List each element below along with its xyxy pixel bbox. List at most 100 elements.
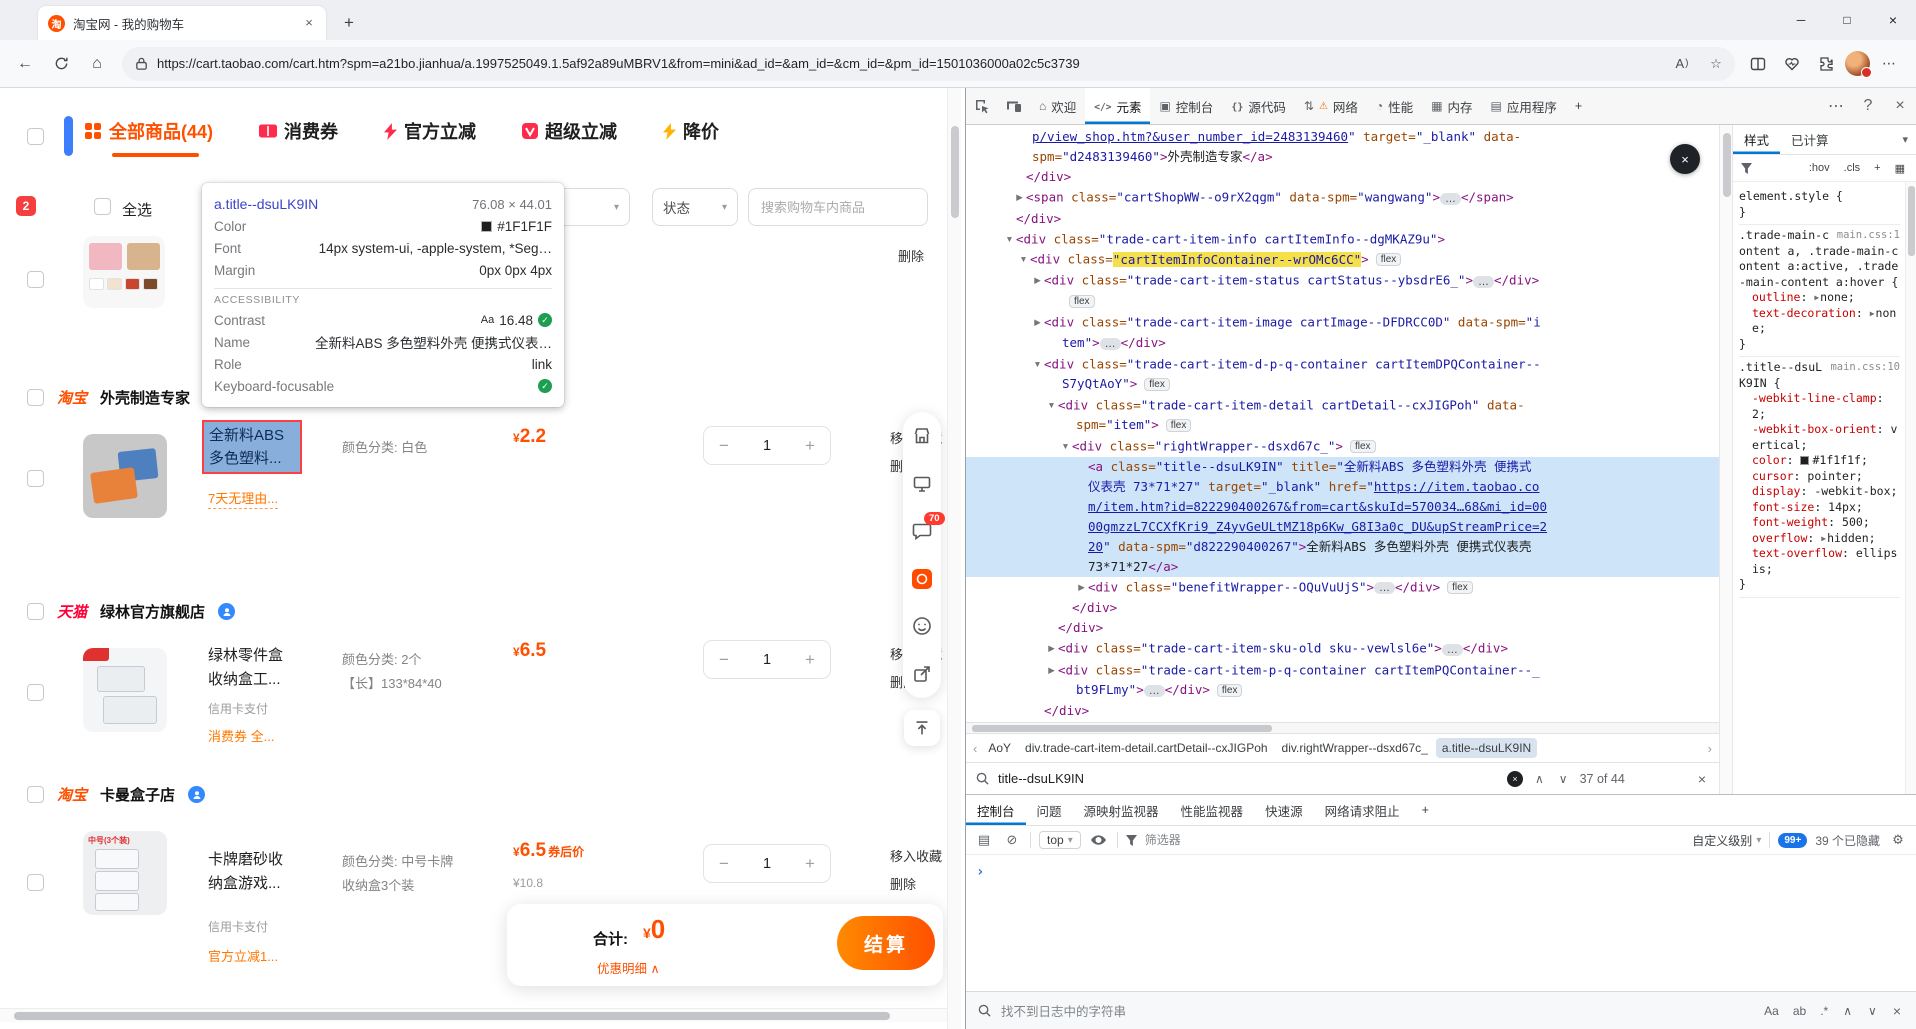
css-declaration[interactable]: text-overflow: ellipsis; bbox=[1739, 546, 1900, 577]
devtools-tab-elements[interactable]: 元素 bbox=[1085, 88, 1151, 124]
inspect-element-icon[interactable] bbox=[966, 88, 998, 124]
flex-badge[interactable]: flex bbox=[1069, 295, 1095, 308]
drawer-tab-performance-monitor[interactable]: 性能监视器 bbox=[1170, 795, 1255, 825]
extensions-icon[interactable] bbox=[1811, 49, 1841, 79]
dom-tree-line[interactable]: 73*71*27</a> bbox=[966, 556, 1719, 577]
device-toolbar-icon[interactable] bbox=[998, 88, 1030, 124]
css-declaration[interactable]: overflow: ▶hidden; bbox=[1739, 531, 1900, 547]
css-declaration[interactable]: color: #1f1f1f; bbox=[1739, 453, 1900, 469]
dom-tree-line[interactable]: ▼ <div class="trade-cart-item-detail cart… bbox=[966, 395, 1719, 416]
tree-vertical-scrollbar[interactable] bbox=[1719, 125, 1733, 794]
inline-expand-button[interactable]: … bbox=[1374, 582, 1395, 594]
read-aloud-icon[interactable]: A bbox=[1669, 51, 1695, 77]
product-image[interactable] bbox=[83, 648, 167, 732]
shop-name[interactable]: 外壳制造专家 bbox=[100, 387, 190, 408]
dom-tree-line[interactable]: ▶ <div class="trade-cart-item-p-q-contain… bbox=[966, 660, 1719, 681]
css-declaration[interactable]: -webkit-box-orient: vertical; bbox=[1739, 422, 1900, 453]
console-sidebar-icon[interactable]: ▤ bbox=[974, 830, 994, 850]
quantity-value[interactable]: 1 bbox=[744, 856, 790, 872]
item-promo[interactable]: 消费券 全... bbox=[208, 726, 274, 745]
cart-search-input[interactable] bbox=[748, 188, 928, 226]
crumb-scroll-left-icon[interactable]: ‹ bbox=[970, 741, 980, 756]
dom-tree-line[interactable]: S7yQtAoY"> flex bbox=[966, 374, 1719, 395]
flex-badge[interactable]: flex bbox=[1165, 418, 1192, 432]
shop-name[interactable]: 绿林官方旗舰店 bbox=[100, 601, 205, 622]
smiley-icon[interactable] bbox=[911, 615, 933, 637]
search-next-icon[interactable]: ∨ bbox=[1556, 772, 1571, 786]
tab-all-items[interactable]: 全部商品(44) bbox=[84, 118, 213, 157]
drawer-tab-issues[interactable]: 问题 bbox=[1026, 795, 1073, 825]
css-declaration[interactable]: text-decoration: ▶none; bbox=[1739, 306, 1900, 337]
flex-badge[interactable]: flex bbox=[1447, 580, 1473, 594]
console-filter-input[interactable] bbox=[1144, 833, 1685, 847]
select-all-checkbox[interactable] bbox=[94, 198, 111, 215]
dom-tree-line[interactable]: </div> bbox=[966, 209, 1719, 229]
styles-scrollbar[interactable] bbox=[1905, 182, 1916, 794]
delete-link[interactable]: 删除 bbox=[890, 874, 916, 893]
inline-expand-button[interactable]: … bbox=[1472, 275, 1494, 288]
delete-link[interactable]: 删除 bbox=[898, 246, 924, 265]
collapse-arrow-icon[interactable]: ▼ bbox=[1059, 436, 1072, 456]
product-image[interactable]: 中号(3个装) bbox=[83, 831, 167, 915]
share-icon[interactable] bbox=[911, 663, 933, 685]
css-source-link[interactable]: main.css:10 bbox=[1830, 360, 1900, 376]
dom-tree-line[interactable]: spm="d2483139460">外壳制造专家</a> bbox=[966, 147, 1719, 167]
dom-tree-line[interactable]: <a class="title--dsuLK9IN" title="全新料ABS… bbox=[966, 456, 1719, 477]
product-image[interactable] bbox=[83, 236, 165, 308]
dom-tree-line[interactable]: </div> bbox=[966, 701, 1719, 721]
shop-name[interactable]: 卡曼盒子店 bbox=[100, 784, 175, 805]
expand-arrow-icon[interactable]: ▶ bbox=[1814, 293, 1819, 302]
item-sku[interactable]: 颜色分类: 中号卡牌 收纳盒3个装 bbox=[342, 850, 453, 898]
devtools-tab-console[interactable]: 控制台 bbox=[1150, 88, 1222, 124]
dom-tree-line[interactable]: ▶ <div class="trade-cart-item-sku-old sku… bbox=[966, 638, 1719, 660]
css-declaration[interactable]: -webkit-line-clamp: 2; bbox=[1739, 391, 1900, 422]
tab-computed[interactable]: 已计算 bbox=[1780, 125, 1840, 154]
dom-tree-line[interactable]: </div> bbox=[966, 618, 1719, 638]
increase-button[interactable]: + bbox=[790, 854, 830, 874]
devtools-menu-icon[interactable]: ⋯ bbox=[1820, 88, 1852, 124]
product-image[interactable] bbox=[83, 434, 167, 518]
dom-tree-line[interactable]: ▶ <div class="trade-cart-item-image cartI… bbox=[966, 312, 1719, 333]
find-next-icon[interactable]: ∨ bbox=[1865, 1004, 1880, 1018]
collapse-arrow-icon[interactable]: ▼ bbox=[1045, 395, 1058, 415]
inline-expand-button[interactable]: … bbox=[1441, 643, 1463, 656]
shop-checkbox[interactable] bbox=[27, 786, 44, 803]
devtools-tab-sources[interactable]: 源代码 bbox=[1222, 88, 1295, 124]
dom-tree-line[interactable]: ▶ <span class="cartShopWW--o9rX2qgm" data… bbox=[966, 187, 1719, 209]
dom-tree-line[interactable]: 20" data-spm="d822290400267">全新料ABS 多色塑料… bbox=[966, 536, 1719, 557]
wangwang-icon[interactable] bbox=[218, 603, 236, 620]
flex-badge[interactable]: flex bbox=[1375, 253, 1402, 266]
collapse-arrow-icon[interactable]: ▼ bbox=[1003, 229, 1016, 249]
discount-detail-link[interactable]: 优惠明细 ∧ bbox=[597, 958, 660, 977]
breadcrumb-item-selected[interactable]: a.title--dsuLK9IN bbox=[1435, 738, 1538, 758]
dom-tree-line[interactable]: p/view_shop.htm?&user_number_id=24831394… bbox=[966, 127, 1719, 147]
inline-expand-button[interactable]: … bbox=[1099, 337, 1121, 350]
scrollbar-thumb[interactable] bbox=[972, 725, 1272, 732]
find-close-icon[interactable]: × bbox=[1890, 1003, 1904, 1019]
search-close-icon[interactable]: × bbox=[1695, 771, 1709, 787]
split-screen-icon[interactable] bbox=[1743, 49, 1773, 79]
header-checkbox[interactable] bbox=[27, 128, 44, 145]
drawer-tab-network-blocking[interactable]: 网络请求阻止 bbox=[1314, 795, 1411, 825]
settings-menu-icon[interactable]: ⋯ bbox=[1874, 49, 1904, 79]
expand-arrow-icon[interactable]: ▶ bbox=[1075, 577, 1088, 597]
dom-tree-line[interactable]: ▼ <div class="cartItemInfoContainer--wrOM… bbox=[966, 249, 1719, 270]
dom-tree-line[interactable]: ▼ <div class="trade-cart-item-d-p-q-conta… bbox=[966, 354, 1719, 375]
console-settings-icon[interactable]: ⚙ bbox=[1888, 830, 1908, 850]
new-tab-button[interactable]: + bbox=[336, 10, 362, 36]
expand-arrow-icon[interactable]: ▶ bbox=[1013, 187, 1026, 207]
scrollbar-thumb[interactable] bbox=[1723, 133, 1731, 197]
find-prev-icon[interactable]: ∧ bbox=[1840, 1004, 1855, 1018]
css-declaration[interactable]: outline: ▶none; bbox=[1739, 290, 1900, 306]
elements-search-input[interactable] bbox=[998, 771, 1498, 786]
dom-tree-line[interactable]: </div> bbox=[966, 598, 1719, 618]
drawer-tab-console[interactable]: 控制台 bbox=[966, 795, 1026, 825]
flex-badge[interactable]: flex bbox=[1349, 439, 1376, 453]
new-rule-button[interactable]: + bbox=[1871, 160, 1883, 176]
item-checkbox[interactable] bbox=[27, 271, 44, 288]
grid-badge-icon[interactable]: ▦ bbox=[1892, 160, 1908, 177]
devtools-tab-welcome[interactable]: 欢迎 bbox=[1030, 88, 1085, 124]
more-tabs-button[interactable]: + bbox=[1566, 88, 1591, 124]
dom-tree-line[interactable]: 00gmzzL7CCXfKri9_Z4yvGeULtMZ18p6Kw_G8I3a… bbox=[966, 516, 1719, 537]
devtools-tab-network[interactable]: ⚠网络 bbox=[1295, 88, 1367, 124]
